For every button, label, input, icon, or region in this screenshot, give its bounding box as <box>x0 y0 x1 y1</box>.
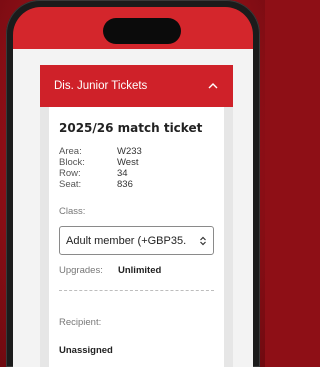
accordion-body: 2025/26 match ticket Area: W233 Block: W… <box>40 107 233 367</box>
class-select-value: Adult member (+GBP35. <box>66 234 187 247</box>
row-value: 34 <box>117 168 128 179</box>
phone-screen: Dis. Junior Tickets 2025/26 match ticket… <box>13 7 253 367</box>
upgrades-label: Upgrades: <box>59 265 103 276</box>
block-value: West <box>117 157 139 168</box>
seat-value: 836 <box>117 179 133 190</box>
class-select[interactable]: Adult member (+GBP35. <box>59 226 214 255</box>
ticket-title: 2025/26 match ticket <box>59 121 203 135</box>
recipient-value: Unassigned <box>59 345 113 356</box>
row-label: Row: <box>59 168 81 179</box>
area-value: W233 <box>117 146 142 157</box>
select-arrows-icon <box>200 236 206 245</box>
block-label: Block: <box>59 157 85 168</box>
recipient-label: Recipient: <box>59 317 102 328</box>
phone-frame: Dis. Junior Tickets 2025/26 match ticket… <box>6 0 260 367</box>
chevron-up-icon[interactable] <box>207 80 219 92</box>
ticket-card: 2025/26 match ticket Area: W233 Block: W… <box>49 107 224 367</box>
seat-details: Area: W233 Block: West Row: 34 Seat: 836 <box>59 146 214 190</box>
class-label: Class: <box>59 206 86 217</box>
divider <box>59 290 214 291</box>
dynamic-island <box>103 18 181 44</box>
page-content: Dis. Junior Tickets 2025/26 match ticket… <box>13 49 253 367</box>
accordion-header[interactable]: Dis. Junior Tickets <box>40 65 233 107</box>
seat-label: Seat: <box>59 179 82 190</box>
accordion-title: Dis. Junior Tickets <box>54 80 148 92</box>
upgrades-value: Unlimited <box>118 265 162 276</box>
upgrades-row: Upgrades: Unlimited <box>59 265 214 276</box>
area-label: Area: <box>59 146 82 157</box>
